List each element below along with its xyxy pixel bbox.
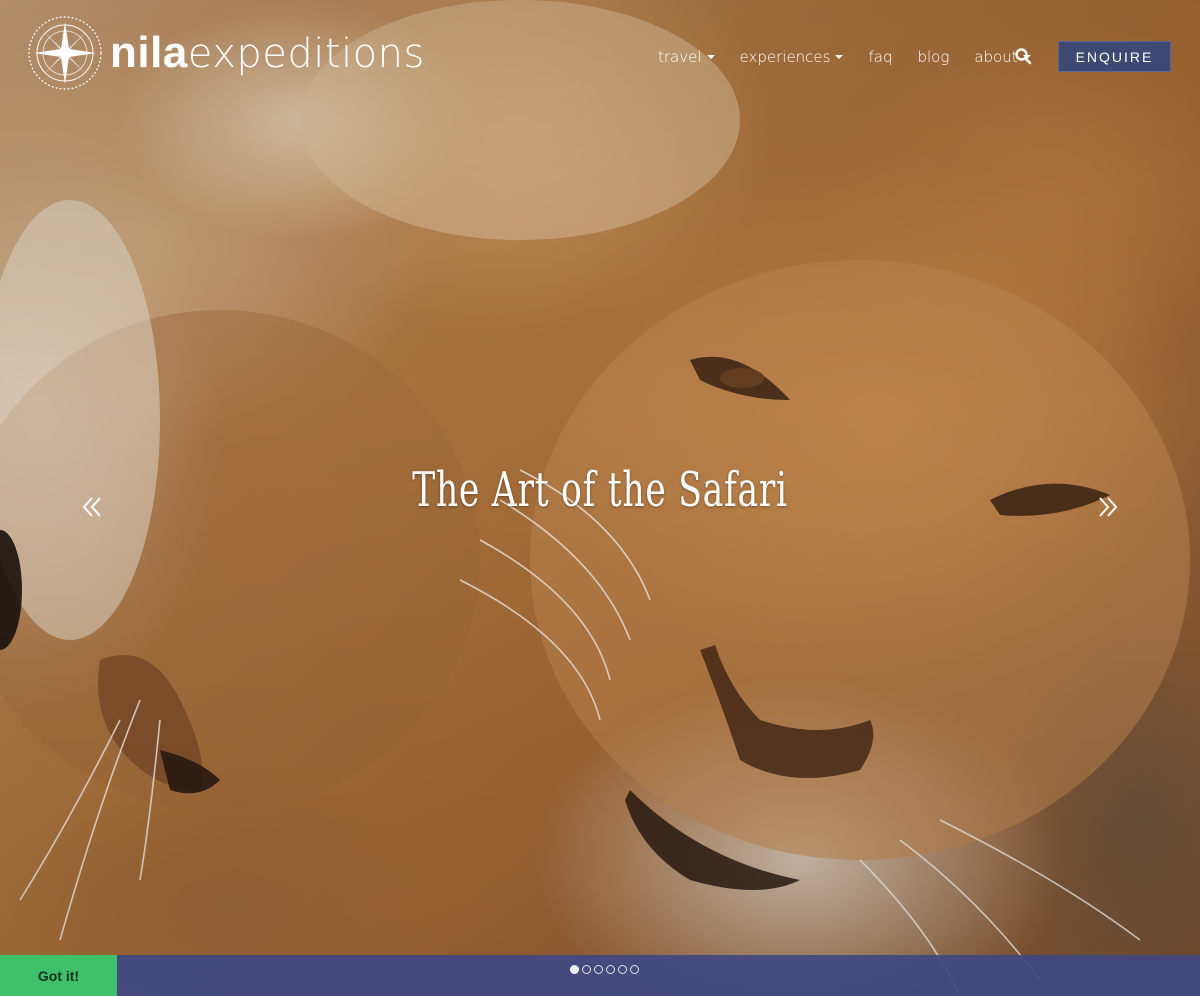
double-chevron-left-icon[interactable] [81,494,103,520]
nav-item-label: blog [917,48,950,66]
slide-dot-1[interactable] [570,965,579,974]
brand-name-bold: nila [110,28,188,77]
main-nav: travel experiences faq blog about [658,46,1056,68]
cookie-banner [0,955,1200,996]
double-chevron-right-icon[interactable] [1097,494,1119,520]
nav-item-label: about [974,48,1018,66]
slide-dot-6[interactable] [630,965,639,974]
nav-item-faq[interactable]: faq [868,48,892,66]
nav-item-label: travel [658,48,702,66]
slide-dot-3[interactable] [594,965,603,974]
cookie-accept-button[interactable]: Got it! [0,955,117,996]
nav-item-label: experiences [739,48,831,66]
brand-name: nilaexpeditions [110,31,425,75]
site-header: nilaexpeditions travel experiences faq b… [0,0,1200,110]
nav-item-experiences[interactable]: experiences [740,48,844,66]
nav-item-label: faq [868,48,893,66]
nav-item-travel[interactable]: travel [658,48,715,66]
slide-indicators [570,965,642,974]
compass-rose-icon [28,16,102,90]
enquire-button[interactable]: ENQUIRE [1058,41,1171,72]
caret-down-icon [706,55,715,59]
brand-name-light: expeditions [187,31,425,77]
slide-dot-5[interactable] [618,965,627,974]
nav-item-blog[interactable]: blog [917,48,949,66]
logo[interactable]: nilaexpeditions [26,14,425,92]
slide-dot-4[interactable] [606,965,615,974]
search-icon[interactable] [1014,47,1032,65]
caret-down-icon [835,55,844,59]
slide-caption: The Art of the Safari [412,462,788,518]
slide-dot-2[interactable] [582,965,591,974]
